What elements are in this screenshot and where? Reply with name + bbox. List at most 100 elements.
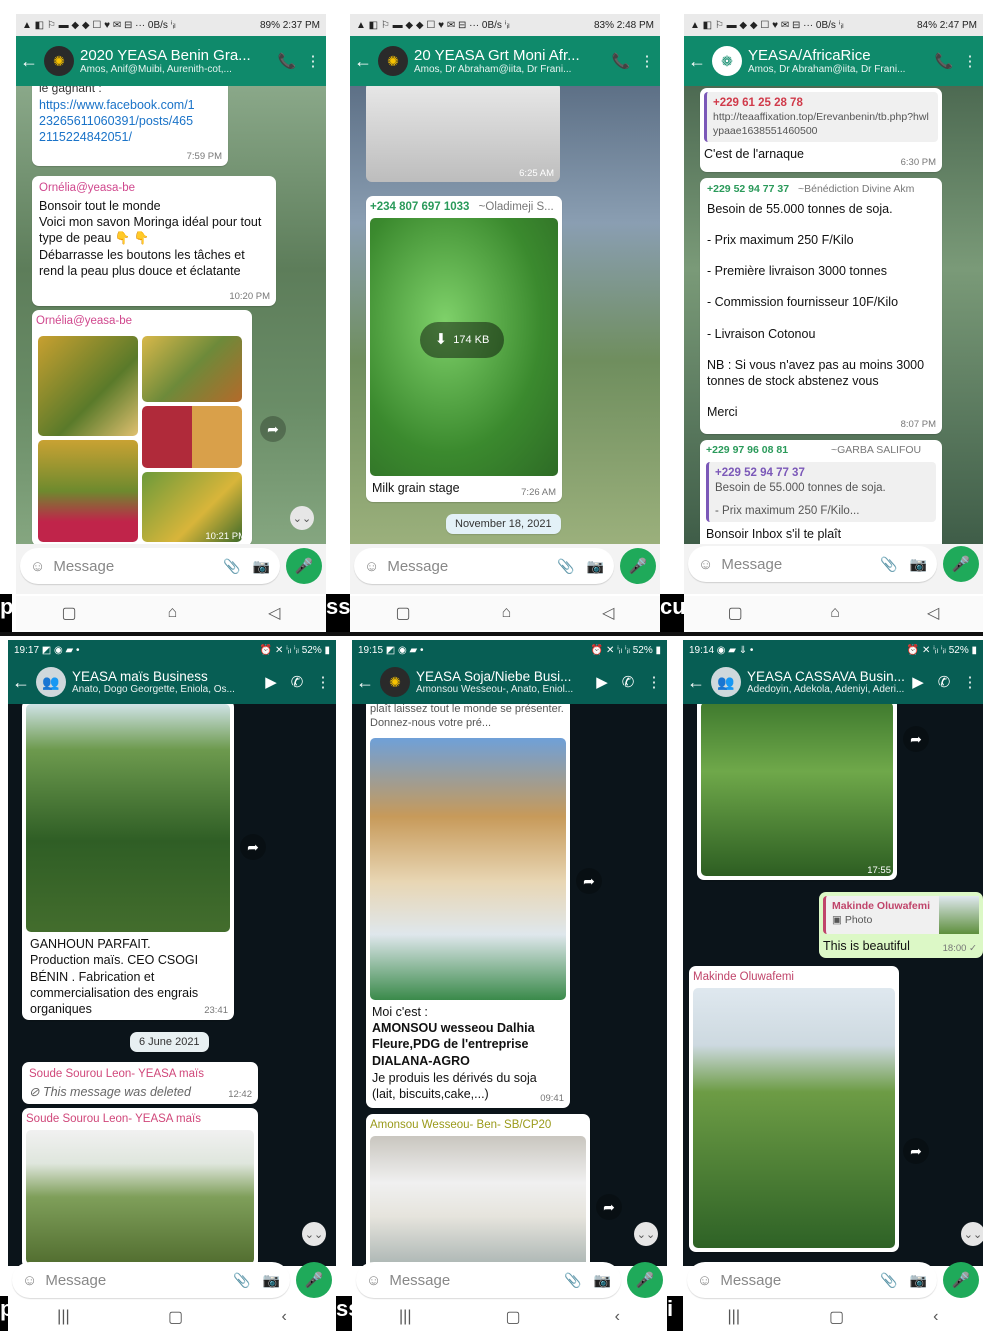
forward-icon[interactable]: ➦ <box>903 726 929 752</box>
image-message[interactable]: 17:55 <box>697 704 897 880</box>
camera-icon[interactable]: 📷 <box>263 1272 280 1289</box>
download-button[interactable]: ⬇ 174 KB <box>420 322 504 358</box>
more-menu-icon[interactable]: ⋮ <box>310 673 336 691</box>
message-input[interactable]: ☺ Message 📎 📷 <box>354 548 614 584</box>
emoji-icon[interactable]: ☺ <box>30 558 45 575</box>
add-call-icon[interactable]: 📞 <box>608 52 634 70</box>
back-icon[interactable]: ‹ <box>281 1308 286 1326</box>
mic-button[interactable]: 🎤 <box>620 548 656 584</box>
group-info[interactable]: YEASA maïs Business Anato, Dogo Georgett… <box>72 669 258 695</box>
group-info[interactable]: YEASA Soja/Niebe Busi... Amonsou Wesseou… <box>416 669 589 695</box>
forward-icon[interactable]: ➦ <box>596 1194 622 1220</box>
back-icon[interactable]: ◁ <box>927 603 939 623</box>
back-icon[interactable]: ◁ <box>602 603 614 623</box>
reply-message[interactable]: +229 97 96 08 81 ~GARBA SALIFOU +229 52 … <box>700 440 942 544</box>
add-call-icon[interactable]: 📞 <box>274 52 300 70</box>
video-call-icon[interactable]: ▶ <box>905 673 931 691</box>
emoji-icon[interactable]: ☺ <box>698 556 713 573</box>
back-icon[interactable]: ◁ <box>268 603 280 623</box>
forward-icon[interactable]: ➦ <box>576 868 602 894</box>
group-info[interactable]: YEASA CASSAVA Busin... Adedoyin, Adekola… <box>747 669 905 695</box>
deleted-message[interactable]: Soude Sourou Leon- YEASA maïs ⊘ This mes… <box>22 1062 258 1104</box>
group-avatar[interactable]: ✺ <box>44 46 74 76</box>
soy-milk-photo[interactable] <box>370 1136 586 1266</box>
soap-photo-2[interactable] <box>142 336 242 402</box>
mic-button[interactable]: 🎤 <box>943 546 979 582</box>
message-input[interactable]: ☺ Message 📎 📷 <box>12 1262 290 1298</box>
soap-photo-1[interactable] <box>38 336 138 436</box>
message-input[interactable]: ☺ Message 📎 📷 <box>356 1262 621 1298</box>
voice-call-icon[interactable]: ✆ <box>615 673 641 691</box>
emoji-icon[interactable]: ☺ <box>22 1272 37 1289</box>
back-icon[interactable]: ‹ <box>933 1308 938 1326</box>
attach-icon[interactable]: 📎 <box>880 1272 897 1289</box>
group-info[interactable]: YEASA/AfricaRice Amos, Dr Abraham@iita, … <box>748 47 931 75</box>
farmer-photo[interactable] <box>26 1130 254 1264</box>
reply-message[interactable]: +229 61 25 28 78 http://teaaffixation.to… <box>700 88 942 172</box>
home-icon[interactable]: ⌂ <box>830 604 840 622</box>
camera-icon[interactable]: 📷 <box>910 1272 927 1289</box>
group-avatar[interactable]: 👥 <box>36 667 66 697</box>
mic-button[interactable]: 🎤 <box>296 1262 332 1298</box>
reply-message[interactable]: Makinde Oluwafemi ▣ Photo This is beauti… <box>819 892 983 958</box>
camera-icon[interactable]: 📷 <box>594 1272 611 1289</box>
more-menu-icon[interactable]: ⋮ <box>957 673 983 691</box>
message-bubble[interactable]: Ornélia@yeasa-be Bonsoir tout le monde V… <box>32 176 276 306</box>
more-menu-icon[interactable]: ⋮ <box>634 52 660 70</box>
soy-products-photo[interactable] <box>370 738 566 1000</box>
message-input[interactable]: ☺ Message 📎 📷 <box>20 548 280 584</box>
attach-icon[interactable]: 📎 <box>223 558 240 575</box>
recent-apps-icon[interactable]: ▢ <box>728 603 743 623</box>
recent-apps-icon[interactable]: ||| <box>399 1308 411 1326</box>
home-icon[interactable]: ▢ <box>505 1307 520 1327</box>
attach-icon[interactable]: 📎 <box>233 1272 250 1289</box>
home-icon[interactable]: ▢ <box>829 1307 844 1327</box>
back-arrow-icon[interactable]: ← <box>12 672 30 693</box>
back-arrow-icon[interactable]: ← <box>687 672 705 693</box>
home-icon[interactable]: ⌂ <box>168 604 178 622</box>
emoji-icon[interactable]: ☺ <box>366 1272 381 1289</box>
image-message[interactable]: GANHOUN PARFAIT. Production maïs. CEO CS… <box>22 704 234 1020</box>
quoted-message[interactable]: Makinde Oluwafemi ▣ Photo <box>823 896 979 934</box>
mic-button[interactable]: 🎤 <box>627 1262 663 1298</box>
recent-apps-icon[interactable]: ||| <box>728 1308 740 1326</box>
more-menu-icon[interactable]: ⋮ <box>641 673 667 691</box>
back-arrow-icon[interactable]: ← <box>20 51 38 72</box>
image-message[interactable]: Amonsou Wesseou- Ben- SB/CP20 <box>366 1114 590 1266</box>
more-menu-icon[interactable]: ⋮ <box>957 52 983 70</box>
scroll-down-icon[interactable]: ⌄⌄ <box>634 1222 658 1246</box>
image-message[interactable]: plaît laissez tout le monde se présenter… <box>366 704 570 1108</box>
voice-call-icon[interactable]: ✆ <box>931 673 957 691</box>
back-arrow-icon[interactable]: ← <box>354 51 372 72</box>
cassava-plants-photo[interactable] <box>693 988 895 1248</box>
scroll-down-icon[interactable]: ⌄⌄ <box>961 1222 983 1246</box>
scroll-down-icon[interactable]: ⌄⌄ <box>290 506 314 530</box>
soap-photo-4[interactable] <box>38 440 138 542</box>
mic-button[interactable]: 🎤 <box>286 548 322 584</box>
attach-icon[interactable]: 📎 <box>880 556 897 573</box>
video-call-icon[interactable]: ▶ <box>258 673 284 691</box>
camera-icon[interactable]: 📷 <box>253 558 270 575</box>
message-bubble[interactable]: +229 52 94 77 37 ~Bénédiction Divine Akm… <box>700 178 942 434</box>
link-message[interactable]: le gagnant : https://www.facebook.com/12… <box>32 86 228 166</box>
recent-apps-icon[interactable]: ▢ <box>395 603 410 623</box>
group-info[interactable]: 2020 YEASA Benin Gra... Amos, Anif@Muibi… <box>80 47 274 75</box>
add-call-icon[interactable]: 📞 <box>931 52 957 70</box>
camera-icon[interactable]: 📷 <box>910 556 927 573</box>
camera-icon[interactable]: 📷 <box>587 558 604 575</box>
attach-icon[interactable]: 📎 <box>564 1272 581 1289</box>
attach-icon[interactable]: 📎 <box>557 558 574 575</box>
maize-field-photo[interactable] <box>26 704 230 932</box>
group-info[interactable]: 20 YEASA Grt Moni Afr... Amos, Dr Abraha… <box>414 47 608 75</box>
image-message[interactable]: Soude Sourou Leon- YEASA maïs <box>22 1108 258 1266</box>
scroll-down-icon[interactable]: ⌄⌄ <box>302 1222 326 1246</box>
cassava-field-photo[interactable] <box>701 704 893 876</box>
quoted-message[interactable]: +229 52 94 77 37 Besoin de 55.000 tonnes… <box>706 461 936 523</box>
soap-photo-3[interactable] <box>142 406 242 468</box>
image-message[interactable]: Makinde Oluwafemi <box>689 966 899 1252</box>
recent-apps-icon[interactable]: ||| <box>57 1308 69 1326</box>
group-avatar[interactable]: ✺ <box>378 46 408 76</box>
group-avatar[interactable]: 👥 <box>711 667 741 697</box>
back-arrow-icon[interactable]: ← <box>356 672 374 693</box>
message-input[interactable]: ☺ Message 📎 📷 <box>687 1262 937 1298</box>
